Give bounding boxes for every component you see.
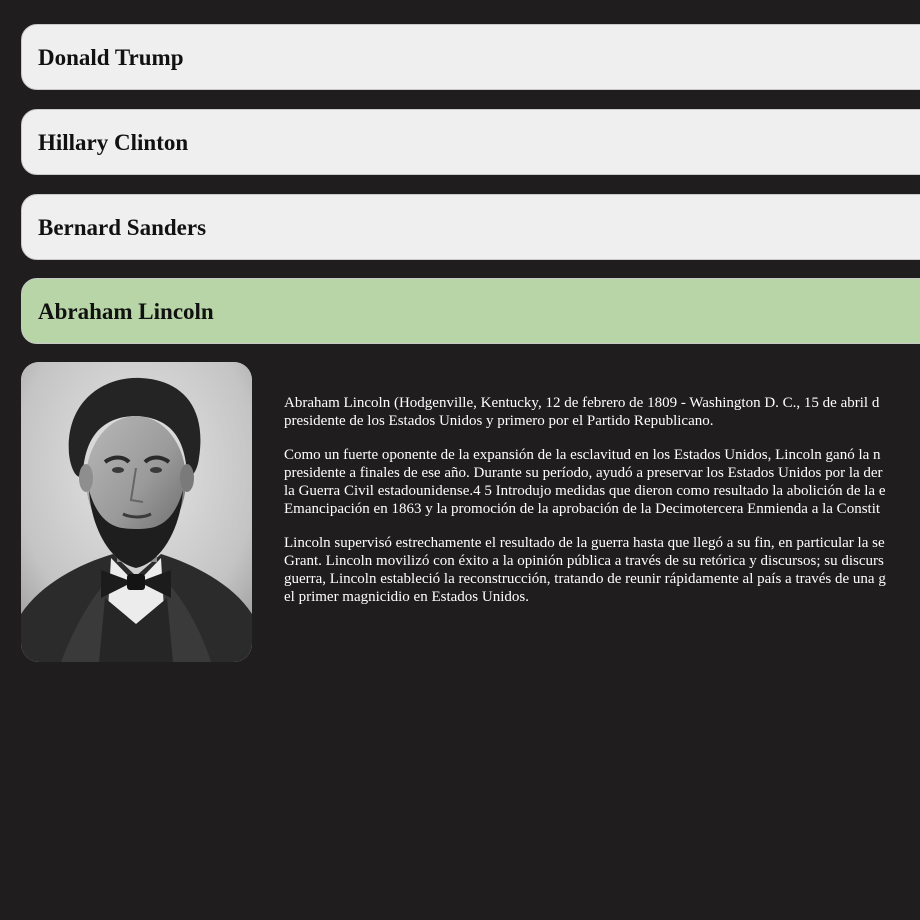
bio-line: Lincoln supervisó estrechamente el resul… xyxy=(284,535,885,551)
bio-line: Como un fuerte oponente de la expansión … xyxy=(284,447,881,463)
bio-line: guerra, Lincoln estableció la reconstruc… xyxy=(284,571,886,587)
bio-paragraph: Lincoln supervisó estrechamente el resul… xyxy=(284,534,920,606)
bio-line: Emancipación en 1863 y la promoción de l… xyxy=(284,501,881,517)
accordion-label: Abraham Lincoln xyxy=(38,299,214,324)
bio-paragraph: Como un fuerte oponente de la expansión … xyxy=(284,446,920,518)
bio-line: la Guerra Civil estadounidense.4 5 Intro… xyxy=(284,483,886,499)
bio-paragraph: Abraham Lincoln (Hodgenville, Kentucky, … xyxy=(284,394,920,430)
portrait-image xyxy=(21,362,252,662)
bio-line: Grant. Lincoln movilizó con éxito a la o… xyxy=(284,553,884,569)
bio-line: el primer magnicidio en Estados Unidos. xyxy=(284,589,529,605)
biography-text: Abraham Lincoln (Hodgenville, Kentucky, … xyxy=(284,394,920,622)
accordion-item-donald-trump[interactable]: Donald Trump xyxy=(21,24,920,90)
accordion-label: Donald Trump xyxy=(38,45,184,70)
accordion-item-bernard-sanders[interactable]: Bernard Sanders xyxy=(21,194,920,260)
bio-line: presidente de los Estados Unidos y prime… xyxy=(284,413,714,429)
accordion-item-abraham-lincoln[interactable]: Abraham Lincoln xyxy=(21,278,920,344)
accordion-item-hillary-clinton[interactable]: Hillary Clinton xyxy=(21,109,920,175)
bio-line: presidente a finales de ese año. Durante… xyxy=(284,465,883,481)
accordion-label: Bernard Sanders xyxy=(38,215,207,240)
bio-line: Abraham Lincoln (Hodgenville, Kentucky, … xyxy=(284,395,880,411)
accordion-label: Hillary Clinton xyxy=(38,130,189,155)
